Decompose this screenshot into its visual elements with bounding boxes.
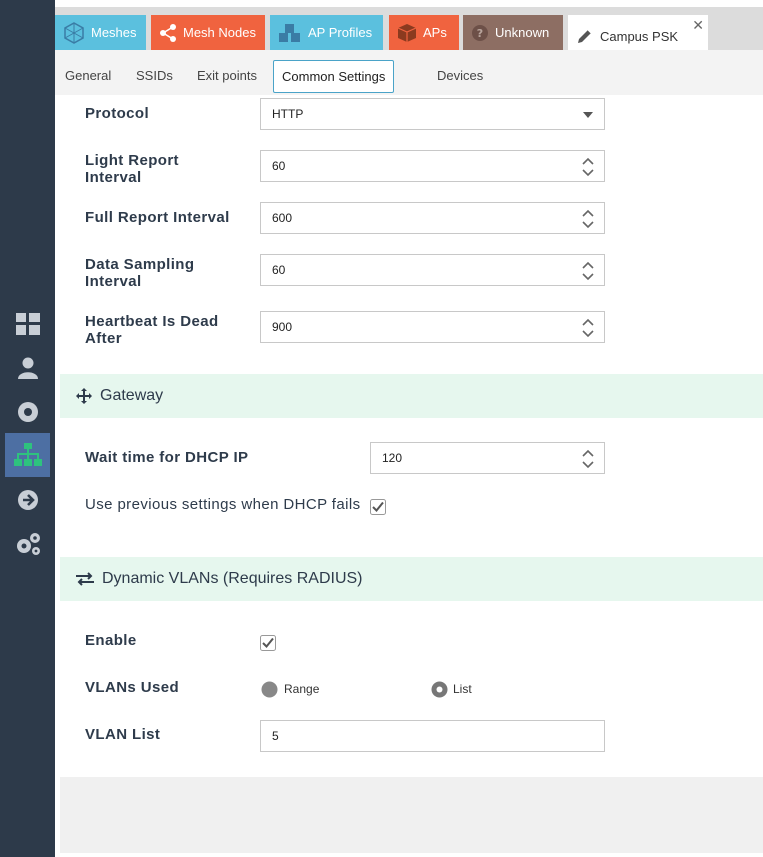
gateway-title: Gateway [100,387,164,404]
exchange-icon [76,572,94,586]
spinner-icon[interactable] [582,157,594,177]
arrow-right-circle-icon [17,490,38,510]
full-report-value: 600 [272,211,293,225]
enable-checkbox[interactable] [260,635,276,651]
tab-aps[interactable]: APs [389,15,459,50]
sidebar-item-dashboard[interactable] [5,302,50,346]
mesh-icon [63,21,85,44]
tab-label: AP Profiles [308,25,373,40]
protocol-select[interactable]: HTTP [260,98,605,130]
light-report-input[interactable]: 60 [260,150,605,182]
data-sampling-value: 60 [272,263,286,277]
close-icon[interactable]: ✕ [692,17,704,34]
radio-list-label[interactable]: List [453,682,472,696]
radio-range[interactable] [261,681,278,698]
sidebar-item-users[interactable] [5,346,50,390]
tab-ap-profiles[interactable]: AP Profiles [270,15,383,50]
heartbeat-value: 900 [272,320,293,334]
light-report-value: 60 [272,159,286,173]
subtab-common-settings[interactable]: Common Settings [273,60,395,93]
tab-meshes[interactable]: Meshes [55,15,146,50]
gears-icon [16,533,40,555]
footer-panel [60,777,763,853]
vlans-title: Dynamic VLANs (Requires RADIUS) [102,570,363,587]
pencil-icon [576,27,594,45]
top-strip [55,0,763,7]
main-panel: Meshes Mesh Nodes AP Profiles APs ? Unkn… [55,0,763,857]
full-report-input[interactable]: 600 [260,202,605,234]
prev-settings-label: Use previous settings when DHCP fails [85,496,361,513]
gateway-section-header[interactable]: Gateway [60,374,763,418]
vlan-list-label: VLAN List [85,726,161,743]
tab-unknown[interactable]: ? Unknown [463,15,563,50]
subtab-devices[interactable]: Devices [429,60,491,93]
vlans-used-label: VLANs Used [85,679,180,696]
dashboard-icon [15,313,40,335]
tab-label: Mesh Nodes [183,25,256,40]
tab-label: Campus PSK [600,28,679,44]
subtab-bar: General SSIDs Exit points Common Setting… [55,50,763,95]
sidebar [0,0,55,857]
sidebar-item-target[interactable] [5,390,50,434]
cubes-icon [278,23,302,43]
spinner-icon[interactable] [582,449,594,469]
vlan-list-value: 5 [272,729,279,743]
data-sampling-label: Data Sampling Interval [85,256,195,290]
spinner-icon[interactable] [582,318,594,338]
enable-label: Enable [85,632,137,649]
spinner-icon[interactable] [582,209,594,229]
protocol-value: HTTP [272,107,304,121]
radio-list[interactable] [431,681,448,698]
tab-label: Unknown [495,25,550,40]
move-icon [76,388,92,404]
wait-dhcp-label: Wait time for DHCP IP [85,449,249,466]
protocol-label: Protocol [85,105,150,122]
question-icon: ? [471,24,489,42]
spinner-icon[interactable] [582,261,594,281]
tab-bar: Meshes Mesh Nodes AP Profiles APs ? Unkn… [55,7,763,57]
network-tree-icon [13,443,42,466]
tab-mesh-nodes[interactable]: Mesh Nodes [151,15,265,50]
cube-icon [397,23,417,43]
sidebar-item-settings[interactable] [5,522,50,566]
chevron-down-icon[interactable] [583,112,593,118]
full-report-label: Full Report Interval [85,209,230,226]
radio-range-label[interactable]: Range [284,682,319,696]
tab-label: APs [423,25,447,40]
user-icon [17,357,38,379]
heartbeat-input[interactable]: 900 [260,311,605,343]
wait-dhcp-input[interactable]: 120 [370,442,605,474]
vlans-section-header[interactable]: Dynamic VLANs (Requires RADIUS) [60,557,763,601]
svg-text:?: ? [477,27,483,40]
subtab-ssids[interactable]: SSIDs [128,60,181,93]
subtab-general[interactable]: General [57,60,119,93]
sidebar-item-exit[interactable] [5,478,50,522]
heartbeat-label: Heartbeat Is Dead After [85,313,219,347]
subtab-exit-points[interactable]: Exit points [189,60,265,93]
light-report-label: Light Report Interval [85,152,179,186]
wait-dhcp-value: 120 [382,451,403,465]
prev-settings-checkbox[interactable] [370,499,386,515]
tab-label: Meshes [91,25,137,40]
target-icon [17,402,38,422]
share-icon [159,23,177,42]
sidebar-item-network[interactable] [5,433,50,477]
data-sampling-input[interactable]: 60 [260,254,605,286]
vlan-list-input[interactable]: 5 [260,720,605,752]
